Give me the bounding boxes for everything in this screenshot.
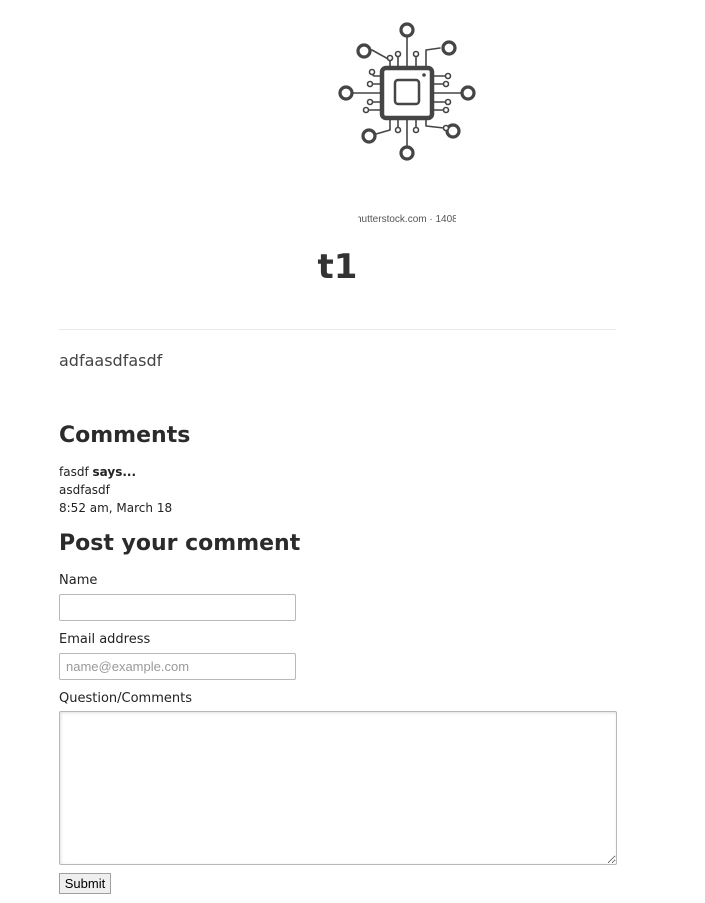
comments-label: Question/Comments — [59, 691, 192, 706]
email-label: Email address — [59, 632, 151, 647]
comments-heading: Comments — [59, 423, 191, 448]
post-body: adfaasdfasdf — [59, 351, 163, 370]
submit-button[interactable]: Submit — [59, 873, 111, 894]
comment-timestamp: 8:52 am, March 18 — [59, 501, 173, 515]
name-field[interactable] — [59, 594, 296, 621]
comment-author-line: fasdf says... — [59, 463, 172, 481]
post-comment-heading: Post your comment — [59, 531, 301, 556]
comment-says: says... — [92, 465, 137, 479]
comments-textarea[interactable] — [59, 711, 617, 865]
circuit-chip-icon — [300, 10, 510, 230]
comment-item: fasdf says... asdfasdf 8:52 am, March 18 — [59, 463, 172, 517]
logo-watermark: shutterstock.com · 1408200 — [358, 214, 456, 225]
comment-text: asdfasdf — [59, 483, 110, 497]
comment-author: fasdf — [59, 465, 89, 479]
post-title: t1 — [317, 247, 358, 287]
divider — [59, 329, 616, 330]
email-field[interactable] — [59, 653, 296, 680]
name-label: Name — [59, 573, 98, 588]
